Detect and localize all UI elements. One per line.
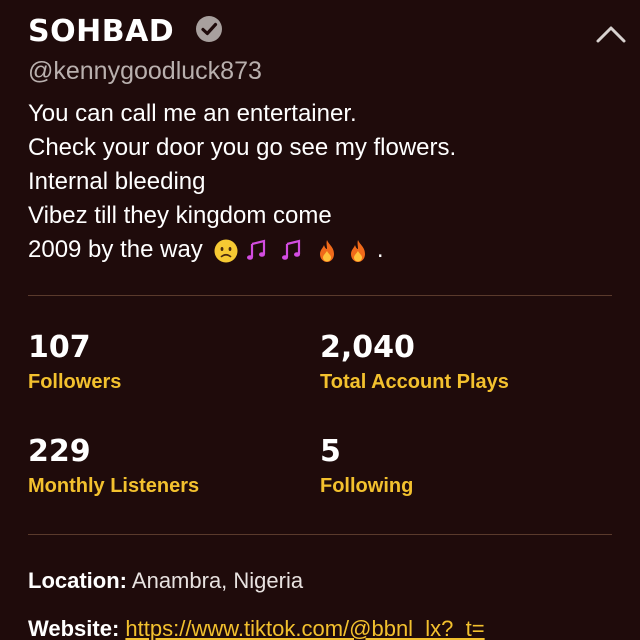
location-row: Location: Anambra, Nigeria xyxy=(28,566,303,596)
stat-followers[interactable]: 107 Followers xyxy=(28,330,288,396)
location-value: Anambra, Nigeria xyxy=(131,568,304,593)
fire-icon xyxy=(351,240,366,263)
bio-line: Internal bleeding xyxy=(28,168,206,195)
fire-icon xyxy=(320,240,335,263)
stat-value: 107 xyxy=(28,330,91,365)
bio-line: You can call me an entertainer. xyxy=(28,100,357,127)
stat-label: Following xyxy=(320,475,414,497)
divider xyxy=(28,534,612,535)
stat-label: Monthly Listeners xyxy=(28,475,200,497)
location-label: Location: xyxy=(28,568,127,593)
musical-notes-icon xyxy=(281,239,300,261)
stat-value: 5 xyxy=(320,434,341,469)
verified-check-icon xyxy=(195,15,223,43)
slightly-frowning-face-icon xyxy=(214,239,238,263)
musical-notes-icon xyxy=(247,239,266,261)
stat-monthly-listeners: 229 Monthly Listeners xyxy=(28,434,288,500)
stat-value: 2,040 xyxy=(320,330,415,365)
website-row: Website: https://www.tiktok.com/@bbnl_lx… xyxy=(28,614,485,640)
stat-label: Followers xyxy=(28,371,122,393)
bio-line-text: 2009 by the way xyxy=(28,236,203,263)
stat-total-plays: 2,040 Total Account Plays xyxy=(320,330,580,396)
website-link[interactable]: https://www.tiktok.com/@bbnl_lx?_t= xyxy=(125,616,484,640)
stat-value: 229 xyxy=(28,434,91,469)
bio-emojis xyxy=(213,234,370,268)
artist-name: SOHBAD xyxy=(28,14,175,49)
website-label: Website: xyxy=(28,616,120,640)
stat-label: Total Account Plays xyxy=(320,371,509,393)
chevron-up-icon[interactable] xyxy=(594,22,628,46)
profile-header: SOHBAD xyxy=(28,12,620,52)
bio-line: Vibez till they kingdom come xyxy=(28,202,332,229)
stat-following[interactable]: 5 Following xyxy=(320,434,580,500)
bio-line-suffix: . xyxy=(376,236,384,263)
bio: You can call me an entertainer. Check yo… xyxy=(28,97,620,268)
bio-line: Check your door you go see my flowers. xyxy=(28,134,457,161)
bio-line-last: 2009 by the way . xyxy=(28,233,620,268)
user-handle: @kennygoodluck873 xyxy=(28,57,262,85)
divider xyxy=(28,295,612,296)
